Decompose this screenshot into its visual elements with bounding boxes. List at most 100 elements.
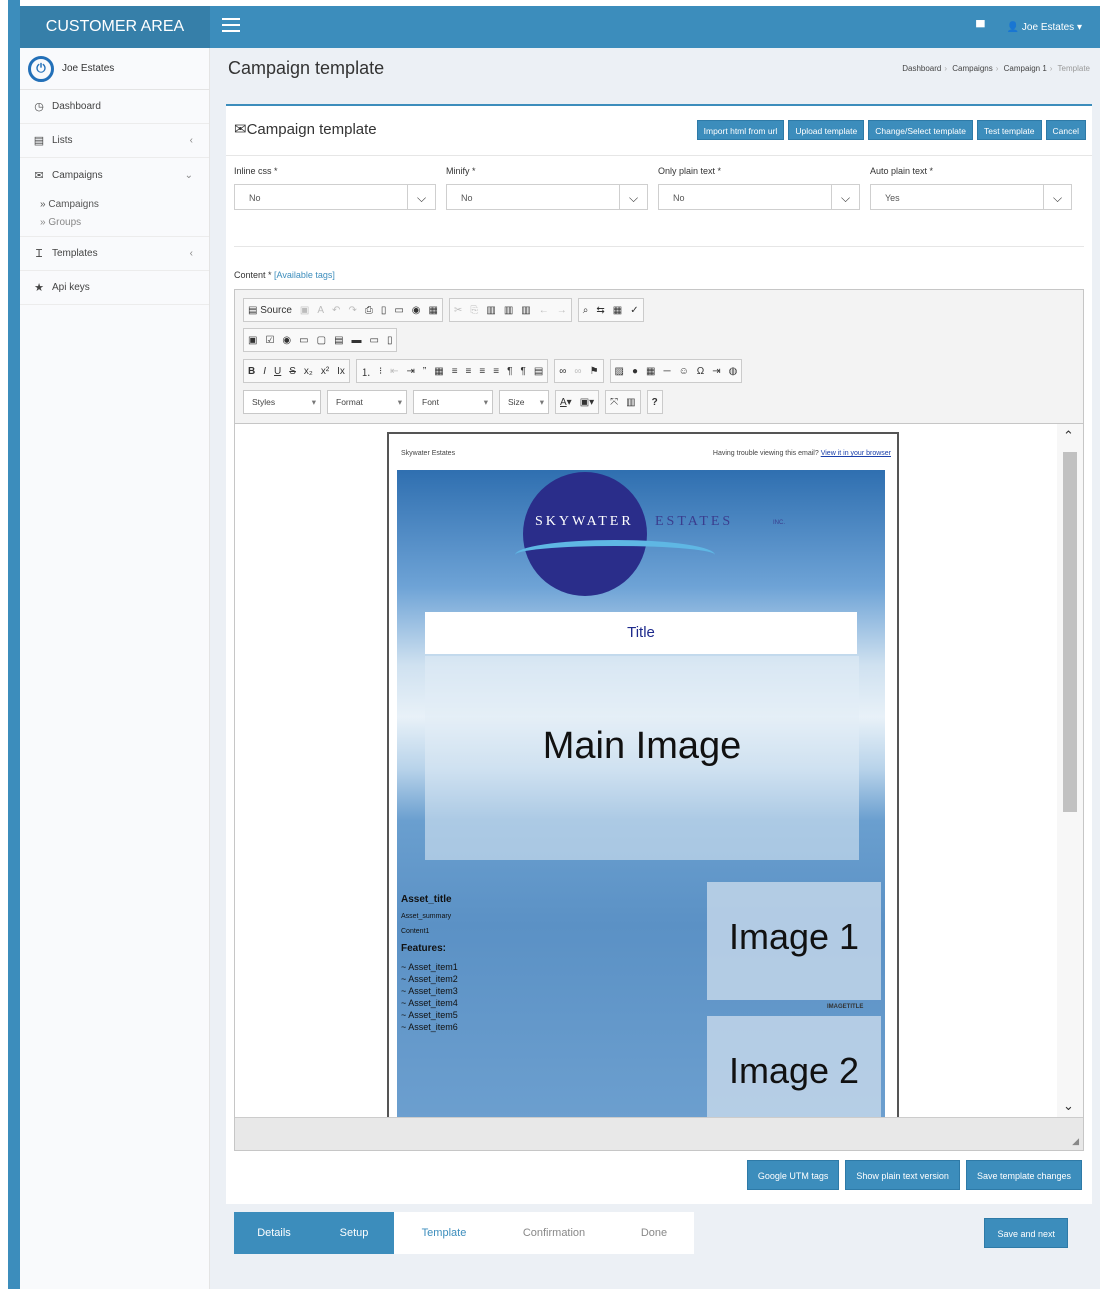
editor-scrollbar[interactable]: ⌃ ⌄: [1057, 424, 1083, 1118]
sidebar-user-panel: ⏻ Joe Estates: [20, 48, 209, 90]
cancel-button[interactable]: Cancel: [1045, 120, 1086, 140]
messages-icon[interactable]: ▀: [976, 20, 985, 34]
chevron-down-icon[interactable]: ⌄: [1063, 1098, 1074, 1114]
italic-icon[interactable]: I: [263, 366, 266, 377]
change-select-template-button[interactable]: Change/Select template: [868, 120, 973, 140]
available-tags-link[interactable]: [Available tags]: [274, 270, 335, 280]
preview-icon[interactable]: ◉: [412, 305, 421, 316]
show-plain-text-button[interactable]: Show plain text version: [845, 1160, 960, 1190]
sidebar-subitem-campaigns[interactable]: » Campaigns: [40, 196, 209, 214]
align-center-icon[interactable]: ≡: [466, 366, 472, 377]
new-page-icon[interactable]: ▯: [381, 305, 387, 316]
remove-format-icon[interactable]: Ix: [337, 366, 345, 377]
only-plain-text-select[interactable]: No ⌵: [658, 184, 860, 210]
sidebar-item-dashboard[interactable]: ◷ Dashboard: [20, 90, 209, 124]
paste-icon[interactable]: ▥: [486, 305, 495, 316]
select-icon[interactable]: ▤: [334, 335, 343, 346]
radio-icon[interactable]: ◉: [282, 335, 291, 346]
auto-plain-text-select[interactable]: Yes ⌵: [870, 184, 1072, 210]
image-icon[interactable]: ▨: [615, 366, 624, 377]
sidebar-subitem-groups[interactable]: » Groups: [40, 214, 209, 232]
paste-text-icon[interactable]: ▥: [504, 305, 513, 316]
help-icon[interactable]: ?: [652, 397, 658, 408]
breadcrumb-campaign[interactable]: Campaign 1: [1004, 64, 1047, 73]
bold-icon[interactable]: B: [248, 366, 255, 377]
resize-handle-icon[interactable]: ◢: [1072, 1136, 1079, 1147]
underline-icon[interactable]: U: [274, 366, 281, 377]
editor-content-area[interactable]: Skywater Estates Having trouble viewing …: [235, 423, 1083, 1118]
page-break-icon[interactable]: ⇥: [712, 366, 720, 377]
image-button-icon[interactable]: ▭: [370, 335, 379, 346]
textfield-icon[interactable]: ▭: [299, 335, 308, 346]
replace-icon[interactable]: ⇆: [596, 305, 604, 316]
subscript-icon[interactable]: x₂: [304, 366, 313, 377]
hamburger-menu-icon[interactable]: [222, 18, 240, 34]
link-icon[interactable]: ∞: [559, 366, 566, 377]
breadcrumb-dashboard[interactable]: Dashboard: [902, 64, 941, 73]
sidebar-item-campaigns[interactable]: ✉ Campaigns ⌄: [20, 158, 209, 192]
show-blocks-icon[interactable]: ▥: [626, 397, 635, 408]
sidebar-item-lists[interactable]: ▤ Lists ‹: [20, 124, 209, 158]
table-icon[interactable]: ▦: [646, 366, 655, 377]
horizontal-rule-icon[interactable]: ─: [663, 366, 670, 377]
wizard-step-details[interactable]: Details: [234, 1212, 314, 1254]
sidebar-item-templates[interactable]: Ɪ Templates ‹: [20, 237, 209, 271]
bg-color-icon[interactable]: ▣▾: [580, 397, 594, 408]
align-left-icon[interactable]: ≡: [452, 366, 458, 377]
import-html-button[interactable]: Import html from url: [696, 120, 785, 140]
justify-icon[interactable]: ≡: [493, 366, 499, 377]
div-icon[interactable]: ▦: [434, 366, 443, 377]
spellcheck-icon[interactable]: ✓: [630, 305, 638, 316]
chevron-up-icon[interactable]: ⌃: [1063, 428, 1074, 444]
bulleted-list-icon[interactable]: ⁝: [379, 366, 382, 377]
minify-select[interactable]: No ⌵: [446, 184, 648, 210]
save-and-next-button[interactable]: Save and next: [984, 1218, 1068, 1248]
chevron-down-icon: ⌵: [831, 185, 859, 209]
print-icon[interactable]: ⎙: [365, 305, 373, 316]
inline-css-select[interactable]: No ⌵: [234, 184, 436, 210]
user-menu[interactable]: 👤 Joe Estates ▾: [1007, 22, 1082, 33]
checkbox-icon[interactable]: ☑: [265, 335, 274, 346]
special-char-icon[interactable]: Ω: [697, 366, 704, 377]
upload-template-button[interactable]: Upload template: [788, 120, 865, 140]
blockquote-icon[interactable]: ”: [423, 366, 426, 377]
iframe-icon[interactable]: ◍: [729, 366, 738, 377]
templates-icon[interactable]: ▭: [394, 305, 403, 316]
sidebar-item-api-keys[interactable]: ★ Api keys: [20, 271, 209, 305]
source-button[interactable]: ▤ Source: [248, 305, 292, 316]
email-preview[interactable]: Skywater Estates Having trouble viewing …: [387, 432, 899, 1118]
save-template-changes-button[interactable]: Save template changes: [965, 1160, 1082, 1190]
document-icon[interactable]: ▦: [429, 305, 438, 316]
button-icon[interactable]: ▬: [352, 335, 362, 346]
hidden-field-icon[interactable]: ▯: [387, 335, 393, 346]
flash-icon[interactable]: ●: [632, 366, 638, 377]
select-all-icon[interactable]: ▦: [613, 305, 622, 316]
rtl-icon[interactable]: ¶: [520, 366, 525, 377]
numbered-list-icon[interactable]: ⒈: [361, 364, 371, 379]
language-icon[interactable]: ▤: [534, 366, 543, 377]
superscript-icon[interactable]: x²: [321, 366, 329, 377]
styles-dropdown[interactable]: Styles ▾: [243, 390, 321, 414]
indent-icon[interactable]: ⇥: [407, 366, 415, 377]
google-utm-tags-button[interactable]: Google UTM tags: [746, 1160, 840, 1190]
anchor-icon[interactable]: ⚑: [590, 366, 599, 377]
textarea-icon[interactable]: ▢: [317, 335, 326, 346]
size-dropdown[interactable]: Size ▾: [499, 390, 549, 414]
view-in-browser-link[interactable]: View it in your browser: [821, 450, 891, 457]
strike-icon[interactable]: S: [289, 366, 296, 377]
maximize-icon[interactable]: ⤧: [610, 397, 618, 408]
brand-logo[interactable]: CUSTOMER AREA: [20, 6, 210, 48]
paste-word-icon[interactable]: ▥: [521, 305, 530, 316]
breadcrumb-campaigns[interactable]: Campaigns: [952, 64, 992, 73]
font-dropdown[interactable]: Font ▾: [413, 390, 493, 414]
wizard-step-setup[interactable]: Setup: [314, 1212, 394, 1254]
scrollbar-thumb[interactable]: [1063, 452, 1077, 812]
smiley-icon[interactable]: ☺: [679, 366, 689, 377]
ltr-icon[interactable]: ¶: [507, 366, 512, 377]
format-dropdown[interactable]: Format ▾: [327, 390, 407, 414]
form-icon[interactable]: ▣: [248, 335, 257, 346]
find-icon[interactable]: ⌕: [583, 305, 589, 316]
text-color-icon[interactable]: A▾: [560, 397, 572, 408]
test-template-button[interactable]: Test template: [976, 120, 1042, 140]
align-right-icon[interactable]: ≡: [479, 366, 485, 377]
